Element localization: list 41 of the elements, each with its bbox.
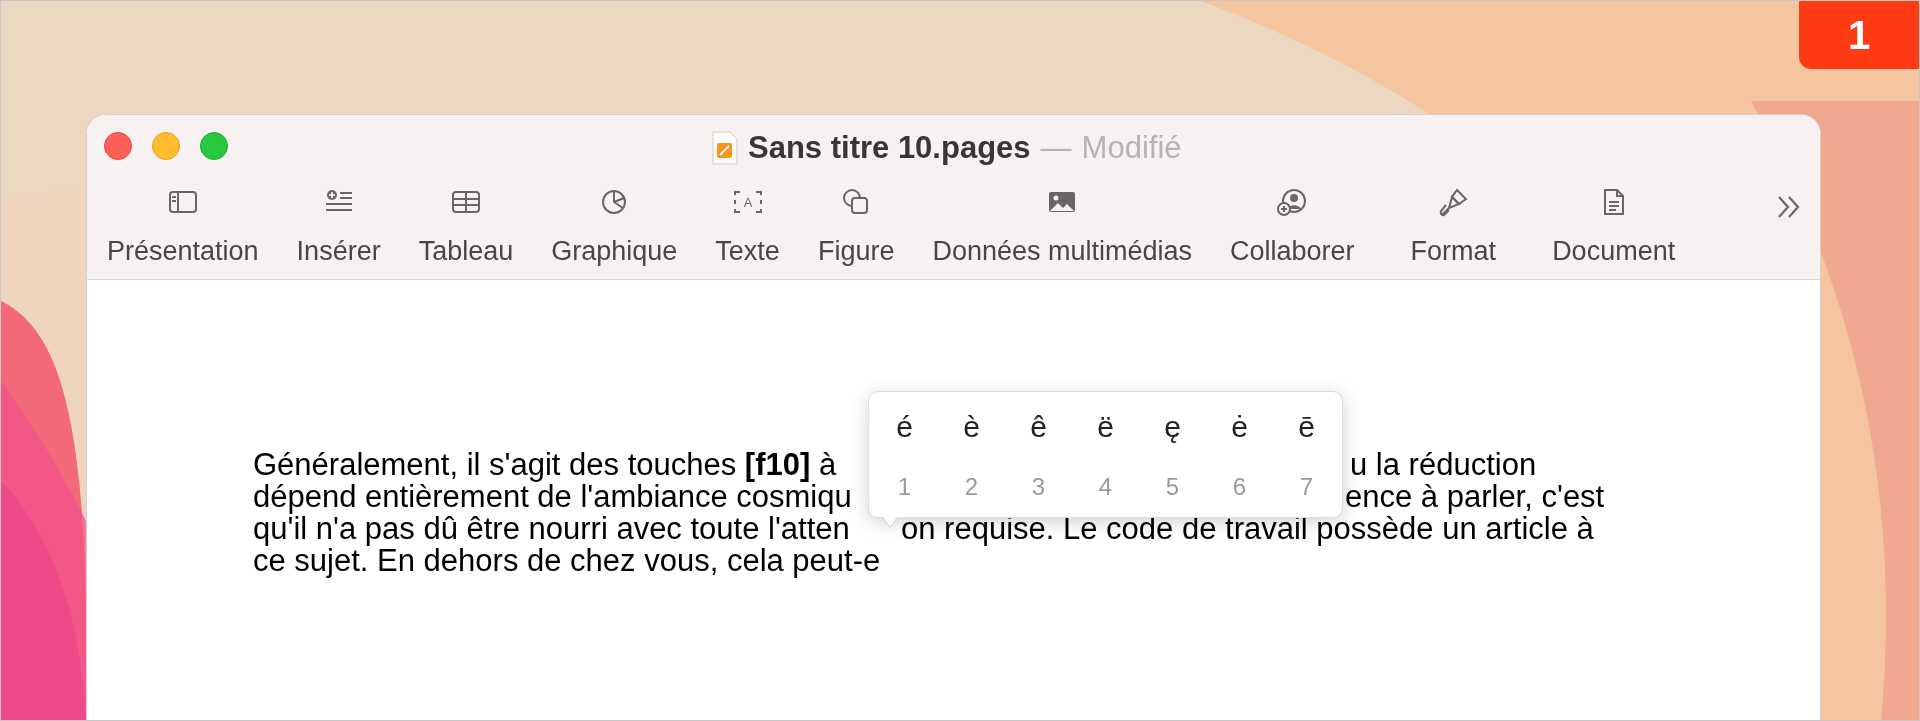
toolbar-button[interactable]: Présentation — [107, 231, 259, 272]
toolbar-button[interactable]: Document — [1552, 231, 1676, 272]
accent-option[interactable]: è — [963, 404, 980, 449]
key-number: 1 — [897, 472, 912, 502]
step-badge: 1 — [1799, 1, 1919, 69]
key-number: 3 — [1031, 472, 1046, 502]
body-text: on requise. Le code de travail possède un article à — [901, 513, 1594, 545]
toolbar-button[interactable]: Texte — [715, 231, 780, 272]
add-person-icon[interactable] — [1276, 187, 1309, 217]
body-text: u la réduction — [1350, 449, 1537, 481]
key-number: 6 — [1232, 472, 1247, 502]
more-icon[interactable] — [1776, 195, 1802, 219]
body-text: Généralement, il s'agit des touches [f10] à — [253, 449, 837, 481]
toolbar-button[interactable]: Format — [1410, 231, 1497, 272]
zoom-button[interactable] — [200, 132, 228, 160]
key-number: 4 — [1098, 472, 1113, 502]
document-icon — [712, 131, 738, 166]
document-status: Modifié — [1081, 129, 1182, 167]
key-number: 5 — [1165, 472, 1180, 502]
accent-option[interactable]: ë — [1097, 404, 1114, 449]
body-text: ence à parler, c'est — [1345, 481, 1605, 513]
paintbrush-icon[interactable] — [1437, 187, 1470, 217]
body-text: dépend entièrement de l'ambiance cosmiqu — [253, 481, 852, 513]
accent-option[interactable]: ē — [1298, 404, 1315, 449]
toolbar-button[interactable]: Graphique — [551, 231, 678, 272]
accent-option[interactable]: ę — [1164, 404, 1181, 449]
key-number: 7 — [1299, 472, 1314, 502]
toolbar-button[interactable]: Figure — [817, 231, 895, 272]
window-title: Sans titre 10.pages — [748, 129, 1031, 167]
accent-option[interactable]: é — [896, 404, 913, 449]
toolbar-button[interactable]: Insérer — [296, 231, 381, 272]
body-text: qu'il n'a pas dû être nourri avec toute l'atten — [253, 513, 850, 545]
accent-option[interactable]: ê — [1030, 404, 1047, 449]
accent-option[interactable]: ė — [1231, 404, 1248, 449]
toolbar-button[interactable]: Collaborer — [1230, 231, 1355, 272]
toolbar-button[interactable]: Tableau — [418, 231, 514, 272]
title-separator: — — [1040, 129, 1072, 167]
key-number: 2 — [964, 472, 979, 502]
toolbar-button[interactable]: Données multimédias — [932, 231, 1193, 272]
body-text: ce sujet. En dehors de chez vous, cela peut-e — [253, 545, 881, 577]
close-button[interactable] — [104, 132, 132, 160]
